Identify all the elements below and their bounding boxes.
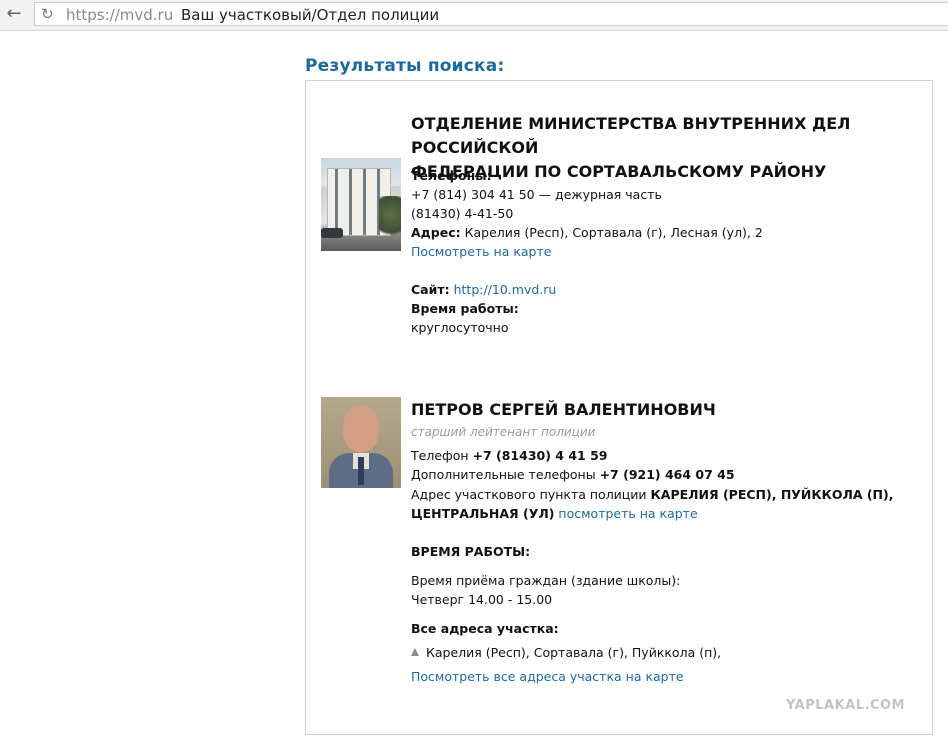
hours-label: Время работы: bbox=[411, 301, 519, 316]
phones-label: Телефоны: bbox=[411, 168, 492, 183]
officer-name: ПЕТРОВ СЕРГЕЙ ВАЛЕНТИНОВИЧ bbox=[411, 400, 716, 419]
page-title-text: Ваш участковый/Отдел полиции bbox=[181, 6, 440, 24]
results-heading: Результаты поиска: bbox=[305, 56, 505, 76]
department-map-link[interactable]: Посмотреть на карте bbox=[411, 244, 551, 259]
officer-address-line2: ЦЕНТРАЛЬНАЯ (УЛ) посмотреть на карте bbox=[411, 506, 698, 521]
house-icon bbox=[411, 648, 419, 656]
officer-photo bbox=[321, 397, 401, 488]
duty-phone: +7 (814) 304 41 50 — дежурная часть bbox=[411, 187, 662, 202]
site-label: Сайт: bbox=[411, 282, 450, 297]
officer-map-link[interactable]: посмотреть на карте bbox=[558, 506, 697, 521]
department-title-line1: ОТДЕЛЕНИЕ МИНИСТЕРСТВА ВНУТРЕННИХ ДЕЛ РО… bbox=[411, 114, 851, 157]
address-value: Карелия (Респ), Сортавала (г), Лесная (у… bbox=[464, 225, 763, 240]
reload-icon[interactable]: ↻ bbox=[41, 6, 57, 22]
browser-toolbar: ← ↻ https://mvd.ru Ваш участковый/Отдел … bbox=[0, 0, 948, 31]
officer-address-part1: КАРЕЛИЯ (РЕСП), ПУЙККОЛА (П), bbox=[650, 487, 894, 502]
watermark-text: YAPLAKAL.COM bbox=[786, 698, 905, 713]
extra-phones-label: Дополнительные телефоны bbox=[411, 467, 596, 482]
reception-label: Время приёма граждан (здание школы): bbox=[411, 573, 681, 588]
officer-extra-phones: Дополнительные телефоны +7 (921) 464 07 … bbox=[411, 467, 735, 482]
officer-address-label: Адрес участкового пункта полиции bbox=[411, 487, 647, 502]
department-building-photo bbox=[321, 158, 401, 251]
address-label: Адрес: bbox=[411, 225, 461, 240]
reception-time: Четверг 14.00 - 15.00 bbox=[411, 592, 553, 607]
site-link[interactable]: http://10.mvd.ru bbox=[454, 282, 557, 297]
hours-value: круглосуточно bbox=[411, 320, 509, 335]
officer-phone-value: +7 (81430) 4 41 59 bbox=[472, 448, 608, 463]
url-text[interactable]: https://mvd.ru bbox=[66, 6, 173, 24]
department-site: Сайт: http://10.mvd.ru bbox=[411, 282, 556, 297]
officer-rank: старший лейтенант полиции bbox=[411, 425, 596, 439]
arrow-left-icon[interactable]: ← bbox=[4, 4, 24, 24]
department-address: Адрес: Карелия (Респ), Сортавала (г), Ле… bbox=[411, 225, 763, 240]
officer-address-part2: ЦЕНТРАЛЬНАЯ (УЛ) bbox=[411, 506, 555, 521]
all-addresses-label: Все адреса участка: bbox=[411, 621, 559, 636]
all-addresses-map-link[interactable]: Посмотреть все адреса участка на карте bbox=[411, 669, 684, 684]
officer-address-line1: Адрес участкового пункта полиции КАРЕЛИЯ… bbox=[411, 487, 894, 502]
officer-phone: Телефон +7 (81430) 4 41 59 bbox=[411, 448, 607, 463]
extra-phone-value: +7 (921) 464 07 45 bbox=[599, 467, 735, 482]
officer-hours-heading: ВРЕМЯ РАБОТЫ: bbox=[411, 544, 531, 559]
local-phone: (81430) 4-41-50 bbox=[411, 206, 514, 221]
area-address: Карелия (Респ), Сортавала (г), Пуйккола … bbox=[426, 645, 722, 660]
officer-phone-label: Телефон bbox=[411, 448, 469, 463]
address-bar[interactable]: ↻ https://mvd.ru Ваш участковый/Отдел по… bbox=[34, 2, 948, 26]
